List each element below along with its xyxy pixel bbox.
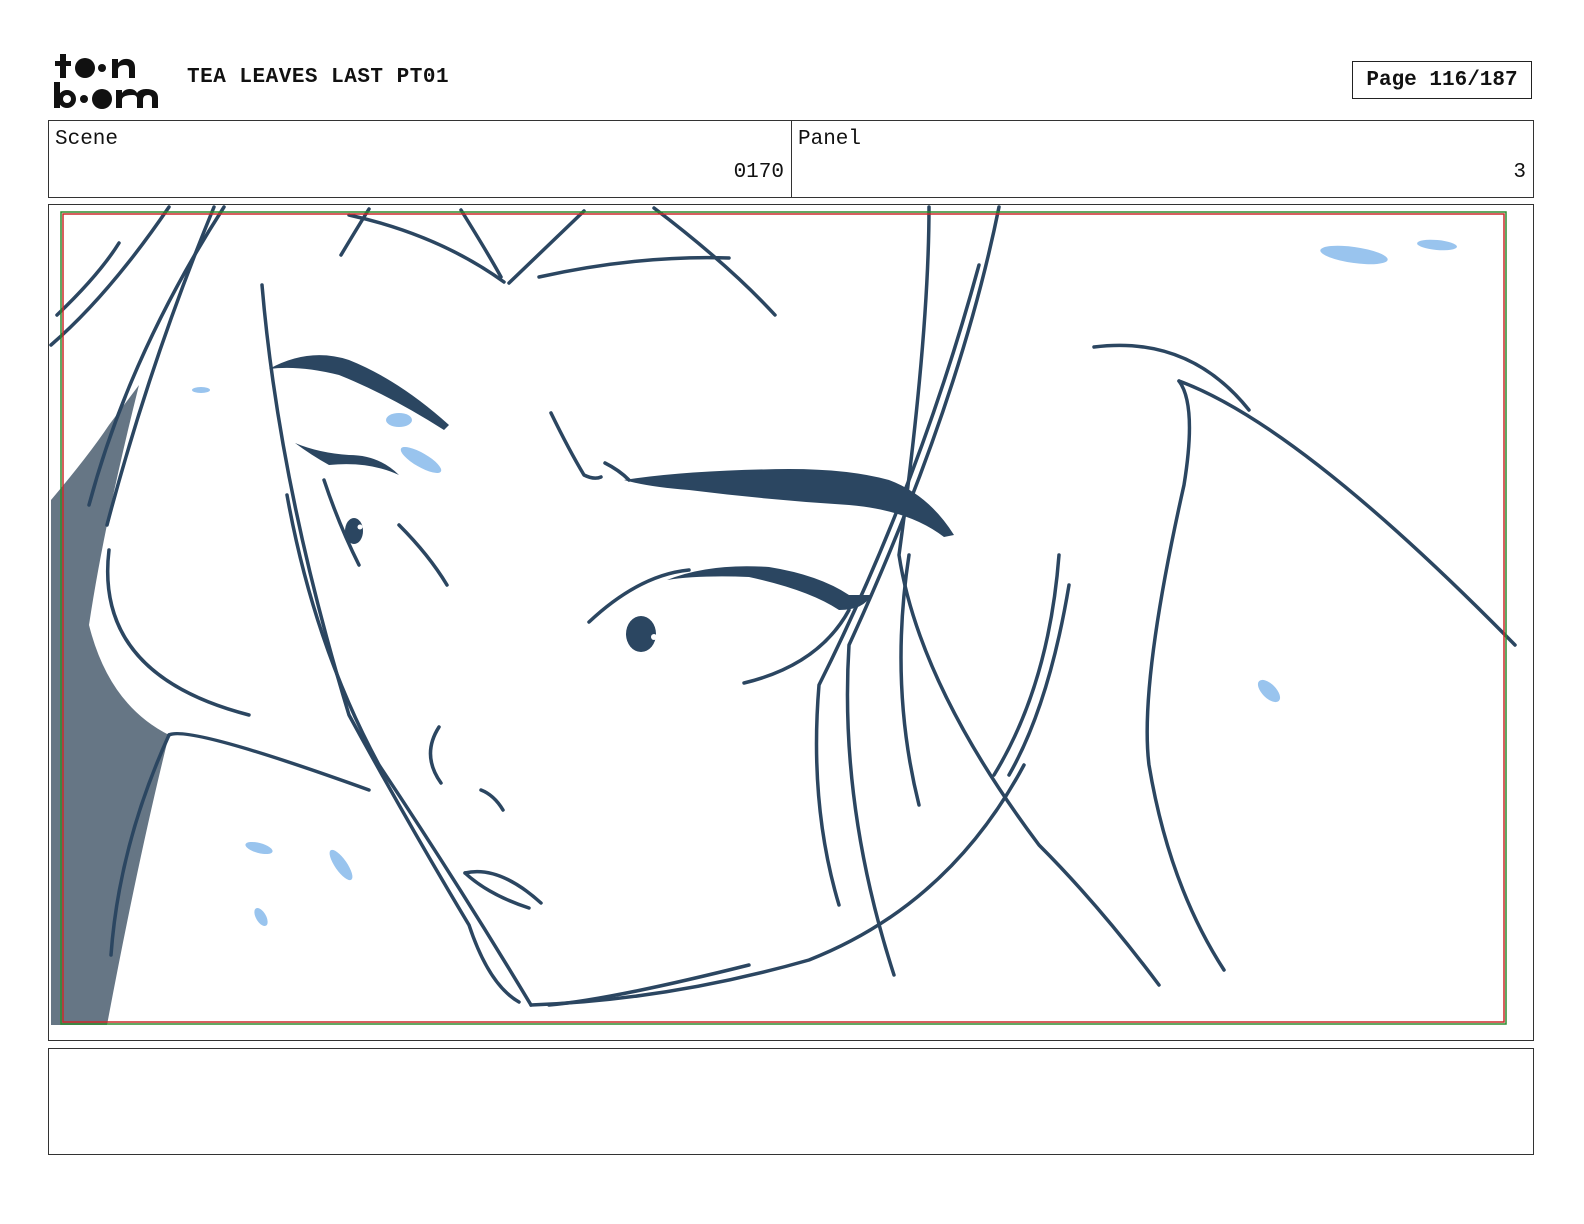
safe-frame-red [62,213,1505,1023]
scene-value: 0170 [733,161,784,184]
panel-value: 3 [1513,161,1526,184]
toon-boom-logo [52,52,164,110]
project-title: TEA LEAVES LAST PT01 [187,66,450,89]
left-pupil [345,518,363,544]
hair-shadow [51,385,169,1025]
right-pupil [626,616,656,652]
panel-label: Panel [798,128,862,151]
page-number: Page 116/187 [1352,61,1532,99]
left-upper-lid [295,443,399,475]
panel-notes-box [48,1048,1534,1155]
panel-cell: Panel 3 [792,121,1533,197]
right-upper-lid [667,566,871,610]
safe-frame-green [60,211,1507,1025]
scene-panel-info: Scene 0170 Panel 3 [48,120,1534,198]
brows-and-eyes [269,355,954,652]
scene-label: Scene [55,128,119,151]
character-face-sketch [49,205,1517,1025]
line-art [49,205,1517,1007]
left-eyebrow [269,355,449,430]
scene-cell: Scene 0170 [49,121,792,197]
storyboard-panel-image [48,204,1534,1041]
